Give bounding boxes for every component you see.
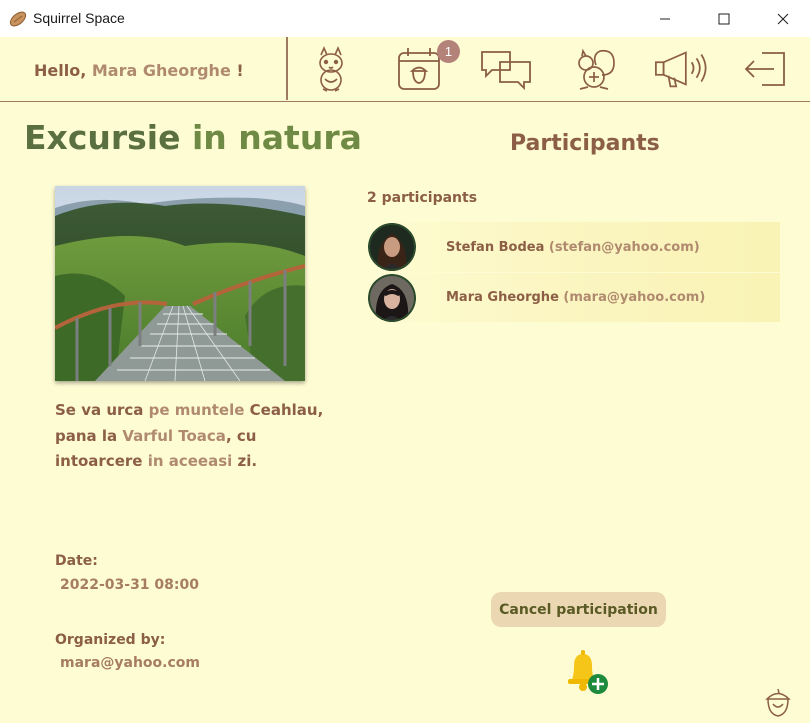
avatar [368,223,416,271]
avatar [368,273,416,322]
participant-row[interactable]: Mara Gheorghe (mara@yahoo.com) [367,272,780,322]
header-divider [286,37,288,100]
description-text-4: Varful Toaca [122,426,226,445]
participants-heading: Participants [510,131,660,156]
event-title-part1: Excursie [24,118,181,157]
app-header: Hello, Mara Gheorghe ! 1 [0,37,810,102]
participant-text: Stefan Bodea (stefan@yahoo.com) [446,240,700,255]
event-title: Excursie in natura [24,118,362,157]
date-value: 2022-03-31 08:00 [60,577,199,593]
participant-email: (mara@yahoo.com) [563,290,706,305]
description-text-2: pe muntele [148,401,245,419]
date-label: Date: [55,553,98,569]
participants-count: 2 participants [367,190,478,206]
chat-icon [481,51,531,91]
minimize-button[interactable] [636,0,694,37]
participant-row[interactable]: Stefan Bodea (stefan@yahoo.com) [367,222,780,272]
event-description: Se va urca pe muntele Ceahlau, pana la V… [55,398,335,475]
nav-chat-button[interactable] [478,43,534,95]
announcements-icon [655,51,707,88]
nav-logout-button[interactable] [738,43,794,95]
event-title-part2: in natura [192,118,362,157]
description-text-6: in [147,452,164,470]
maximize-icon [718,13,730,24]
squirrel-home-icon [319,45,343,92]
logout-icon [744,52,785,86]
maximize-button[interactable] [695,0,753,37]
participant-name: Mara Gheorghe [446,290,559,305]
participants-list: Stefan Bodea (stefan@yahoo.com) Mara Ghe… [367,222,780,322]
greeting: Hello, Mara Gheorghe ! [34,61,244,80]
acorn-logo [763,686,793,719]
greeting-suffix: ! [236,61,244,80]
bell-add-icon [568,650,608,694]
organizer-value: mara@yahoo.com [60,655,200,671]
notify-button[interactable] [562,648,612,696]
close-button[interactable] [754,0,810,37]
window-title: Squirrel Space [33,10,125,26]
greeting-prefix: Hello, [34,61,87,80]
peanut-icon [9,11,27,27]
acorn-icon [765,688,791,717]
minimize-icon [660,18,670,19]
nav-home-button[interactable] [303,43,359,95]
organizer-label: Organized by: [55,632,166,648]
description-text-1: Se va urca [55,401,149,419]
window-titlebar: Squirrel Space [0,0,810,37]
cancel-participation-button[interactable]: Cancel participation [491,592,666,627]
nav-add-friend-button[interactable] [567,43,623,95]
user-name: Mara Gheorghe [91,61,231,80]
description-text-9: zi. [232,452,258,470]
event-photo [55,186,305,381]
close-icon [777,13,789,24]
nav-announcements-button[interactable] [653,43,709,95]
add-squirrel-icon [578,48,615,90]
participant-name: Stefan Bodea [446,239,545,255]
events-badge: 1 [437,40,460,63]
participant-text: Mara Gheorghe (mara@yahoo.com) [446,290,705,305]
description-text-8: aceeasi [168,452,233,470]
participant-email: (stefan@yahoo.com) [548,239,700,255]
